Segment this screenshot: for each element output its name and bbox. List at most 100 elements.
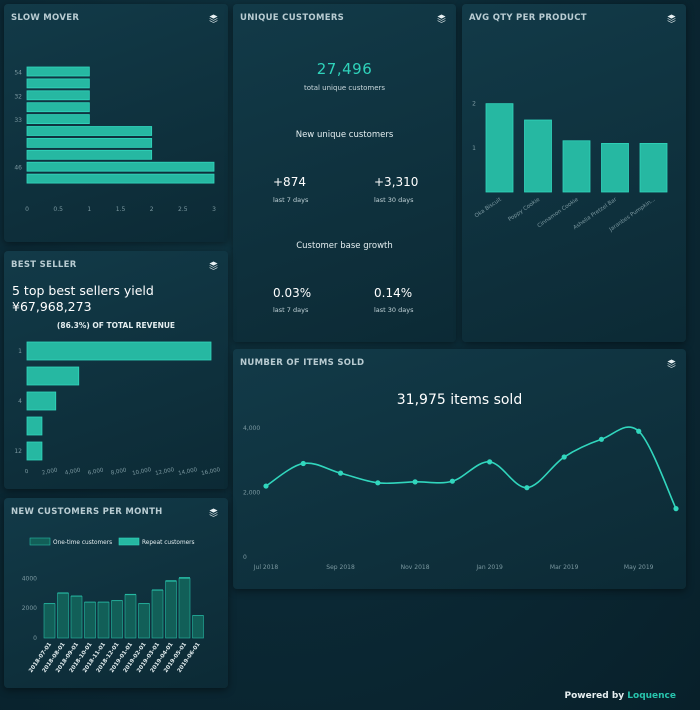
slow-mover-bar (26, 161, 215, 172)
slow-mover-x-tick: 1 (87, 206, 91, 213)
one-time-bar (43, 603, 56, 639)
one-time-bar (165, 581, 177, 639)
repeat-bar (138, 603, 150, 604)
avg-qty-bar (524, 119, 552, 193)
items-sold-point (300, 460, 306, 467)
items-sold-y-tick: 2,000 (243, 490, 260, 497)
items-sold-x-tick: Jan 2019 (475, 564, 503, 571)
slow-mover-bar (26, 126, 153, 136)
unique-total: 27,496 (316, 60, 373, 78)
avg-qty-y-tick: 1 (472, 145, 476, 152)
one-time-bar (111, 600, 123, 639)
items-sold-point (412, 479, 418, 485)
items-sold-point (561, 454, 567, 460)
items-sold-point (375, 480, 381, 486)
repeat-bar (71, 595, 82, 597)
unique-customers-card: UNIQUE CUSTOMERS 27,496 total unique cus… (233, 4, 456, 342)
repeat-bar (84, 601, 96, 603)
one-time-bar (151, 590, 164, 639)
slow-mover-chart: 54 32 33 46 0 0.5 1 1.5 2 2.5 3 (14, 66, 216, 213)
avg-qty-bar (639, 143, 668, 193)
best-seller-bar (26, 416, 43, 436)
best-seller-x-tick: 0 (24, 469, 29, 476)
items-sold-point (673, 506, 679, 512)
slow-mover-bar (26, 137, 153, 148)
slow-mover-bar (26, 90, 90, 101)
best-seller-chart: 1 4 12 0 2,000 4,000 6,000 8,000 10,000 12,000 14,… (14, 341, 221, 477)
one-time-bar (192, 615, 204, 639)
best-seller-bar (26, 341, 212, 361)
legend-swatch-repeat (118, 537, 140, 546)
repeat-bar (152, 589, 163, 591)
best-seller-x-tick: 12,000 (155, 467, 176, 477)
avg-qty-category-label: Oka Biscuit (474, 196, 503, 219)
new-7-value: +874 (273, 175, 306, 189)
items-sold-point (263, 483, 269, 489)
avg-qty-chart: 12Oka Biscuit Poppy CookieCinnamon Cookie… (472, 101, 668, 234)
items-sold-line (265, 426, 677, 509)
slow-mover-bar (26, 66, 90, 77)
items-sold-x-tick: Mar 2019 (550, 564, 579, 571)
slow-mover-card: SLOW MOVER 54 32 33 46 0 0.5 1 1.5 2 2.5 3 (4, 4, 228, 242)
footer: Powered by Loquence (565, 691, 676, 701)
unique-customers-title: UNIQUE CUSTOMERS (240, 13, 345, 23)
best-seller-x-tick: 4,000 (64, 467, 81, 476)
best-seller-x-tick: 8,000 (110, 467, 127, 476)
avg-qty-y-tick: 2 (472, 101, 476, 108)
layers-icon[interactable] (437, 14, 446, 23)
best-seller-bar (26, 366, 80, 386)
best-seller-category-label: 12 (14, 448, 22, 455)
slow-mover-x-tick: 3 (212, 206, 216, 213)
slow-mover-bar (26, 173, 215, 184)
items-sold-x-tick: Jul 2018 (253, 564, 279, 571)
slow-mover-category-label: 54 (14, 70, 22, 77)
items-sold-point (598, 436, 605, 442)
slow-mover-bar (26, 102, 90, 113)
new-customers-chart: One-time customers Repeat customers 0 2000 4… (22, 537, 204, 674)
items-sold-point (636, 428, 642, 434)
best-seller-card: BEST SELLER 5 top best sellers yield ¥67… (4, 251, 228, 489)
items-sold-x-tick: May 2019 (624, 564, 654, 571)
repeat-bar (98, 601, 109, 603)
new-30-value: +3,310 (374, 175, 419, 189)
slow-mover-category-label: 33 (14, 117, 22, 124)
items-sold-x-tick: Sep 2018 (326, 564, 355, 571)
growth-30-caption: last 30 days (374, 306, 414, 314)
one-time-bar (138, 603, 150, 639)
one-time-bar (84, 601, 96, 639)
best-seller-category-label: 1 (18, 348, 22, 355)
items-sold-y-tick: 4,000 (243, 425, 260, 432)
slow-mover-x-tick: 1.5 (116, 206, 126, 213)
new-customers-y-tick: 4000 (22, 575, 37, 582)
new-30-caption: last 30 days (374, 196, 414, 204)
unique-total-caption: total unique customers (303, 84, 386, 92)
best-seller-bar (26, 441, 43, 461)
repeat-bar (44, 603, 55, 604)
legend-label-one-time: One-time customers (53, 540, 112, 546)
one-time-bar (57, 593, 69, 639)
slow-mover-x-tick: 0 (25, 206, 29, 213)
slow-mover-x-tick: 2 (150, 206, 154, 213)
items-sold-point (337, 470, 344, 476)
repeat-bar (165, 580, 177, 582)
avg-qty-bar (485, 103, 514, 193)
repeat-bar (179, 577, 190, 579)
one-time-bar (70, 595, 83, 639)
growth-30-value: 0.14% (374, 286, 413, 300)
best-seller-x-tick: 10,000 (132, 467, 153, 477)
best-seller-bar (26, 391, 57, 411)
avg-qty-category-label: Poppy Cookie (507, 196, 541, 223)
best-seller-x-tick: 14,000 (178, 467, 199, 477)
best-seller-x-tick: 6,000 (87, 467, 104, 476)
items-sold-y-tick: 0 (243, 554, 247, 561)
repeat-bar (125, 593, 136, 595)
items-sold-x-tick: Nov 2018 (401, 564, 430, 571)
legend-swatch-one-time (29, 537, 51, 546)
avg-qty-card: AVG QTY PER PRODUCT 1 2 Oka Biscuit Poppy C… (462, 4, 686, 342)
new-7-caption: last 7 days (273, 196, 309, 204)
items-sold-point (524, 485, 530, 491)
avg-qty-bar (601, 143, 629, 193)
brand-link[interactable]: Loquence (627, 691, 676, 701)
growth-heading: Customer base growth (296, 241, 393, 251)
slow-mover-x-tick: 0.5 (53, 206, 63, 213)
